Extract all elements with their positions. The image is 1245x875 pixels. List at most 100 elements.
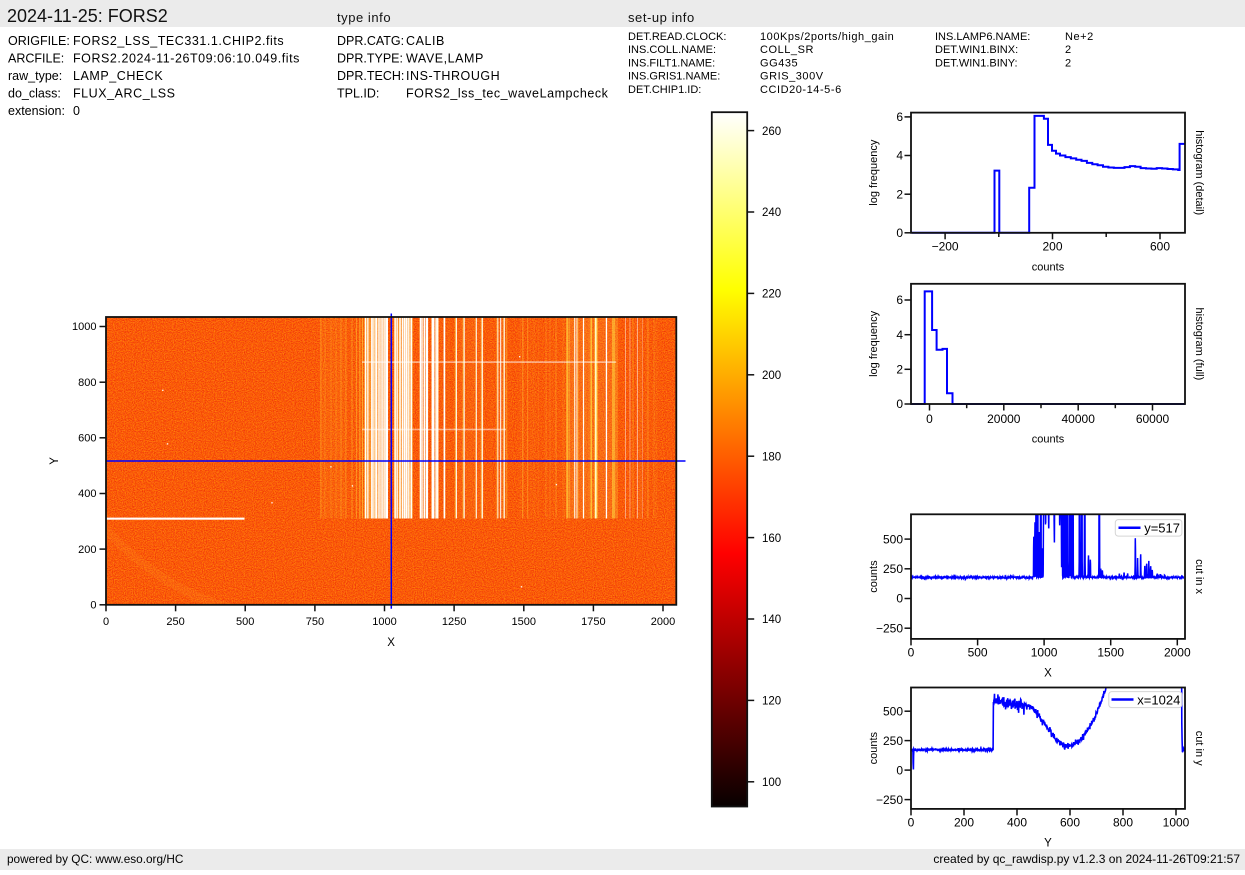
svg-text:Ne+2: Ne+2 [1065,31,1094,43]
svg-text:INS.COLL.NAME:: INS.COLL.NAME: [628,44,716,56]
svg-text:−200: −200 [932,240,959,254]
svg-text:4: 4 [896,149,903,163]
svg-text:2: 2 [1065,57,1072,69]
svg-text:cut in x: cut in x [1193,559,1205,594]
svg-text:X: X [387,637,395,649]
svg-text:2: 2 [1065,44,1072,56]
svg-text:1500: 1500 [512,616,536,628]
svg-text:800: 800 [78,377,96,389]
svg-text:−250: −250 [876,621,903,635]
svg-text:CCID20-14-5-6: CCID20-14-5-6 [760,84,842,96]
svg-text:250: 250 [883,734,903,748]
svg-text:250: 250 [883,562,903,576]
svg-text:1250: 1250 [442,616,466,628]
svg-text:400: 400 [78,488,96,500]
svg-text:INS.FILT1.NAME:: INS.FILT1.NAME: [628,57,715,69]
svg-text:counts: counts [868,732,880,765]
svg-text:6: 6 [896,293,903,307]
svg-text:200: 200 [78,544,96,556]
svg-text:DET.READ.CLOCK:: DET.READ.CLOCK: [628,31,726,43]
svg-text:0: 0 [103,616,109,628]
svg-text:DET.WIN1.BINY:: DET.WIN1.BINY: [935,57,1018,69]
svg-text:powered by QC: www.eso.org/HC: powered by QC: www.eso.org/HC [7,852,184,866]
svg-text:0: 0 [896,397,903,411]
svg-text:Y: Y [1044,838,1052,850]
svg-text:40000: 40000 [1062,412,1096,426]
svg-text:600: 600 [78,433,96,445]
svg-text:y=517: y=517 [1144,520,1180,535]
svg-text:800: 800 [1113,816,1133,830]
svg-text:0: 0 [896,763,903,777]
svg-text:FORS2_lss_tec_waveLampcheck: FORS2_lss_tec_waveLampcheck [406,87,609,101]
svg-text:120: 120 [762,696,781,708]
svg-text:2024-11-25: FORS2: 2024-11-25: FORS2 [7,6,168,26]
svg-text:type info: type info [337,10,391,25]
svg-text:ORIGFILE:: ORIGFILE: [8,34,70,48]
svg-text:WAVE,LAMP: WAVE,LAMP [406,52,484,66]
svg-text:500: 500 [883,532,903,546]
svg-text:extension:: extension: [8,104,65,118]
svg-text:INS.GRIS1.NAME:: INS.GRIS1.NAME: [628,71,720,83]
svg-text:histogram (full): histogram (full) [1193,308,1205,381]
svg-text:0: 0 [896,226,903,240]
svg-text:COLL_SR: COLL_SR [760,44,814,56]
svg-text:1000: 1000 [1163,816,1190,830]
svg-text:FORS2.2024-11-26T09:06:10.049.: FORS2.2024-11-26T09:06:10.049.fits [73,52,300,66]
svg-text:counts: counts [1032,434,1065,446]
svg-text:2000: 2000 [651,616,675,628]
svg-text:1000: 1000 [372,616,396,628]
svg-text:500: 500 [968,646,988,660]
svg-text:counts: counts [868,560,880,593]
svg-text:20000: 20000 [987,412,1021,426]
svg-text:2: 2 [896,187,903,201]
svg-text:DPR.CATG:: DPR.CATG: [337,34,404,48]
svg-text:CALIB: CALIB [406,34,445,48]
svg-text:500: 500 [883,704,903,718]
svg-text:260: 260 [762,126,781,138]
svg-text:Y: Y [49,457,61,465]
svg-text:DET.WIN1.BINX:: DET.WIN1.BINX: [935,44,1018,56]
svg-text:DPR.TYPE:: DPR.TYPE: [337,52,403,66]
svg-text:ARCFILE:: ARCFILE: [8,52,64,66]
svg-text:log frequency: log frequency [868,139,880,206]
svg-text:do_class:: do_class: [8,87,61,101]
svg-text:0: 0 [908,646,915,660]
svg-text:0: 0 [73,104,81,118]
svg-text:100Kps/2ports/high_gain: 100Kps/2ports/high_gain [760,31,894,43]
svg-text:4: 4 [896,328,903,342]
svg-text:2000: 2000 [1164,646,1191,660]
svg-text:INS-THROUGH: INS-THROUGH [406,69,500,83]
svg-text:LAMP_CHECK: LAMP_CHECK [73,69,163,83]
svg-text:DPR.TECH:: DPR.TECH: [337,69,404,83]
svg-text:60000: 60000 [1136,412,1170,426]
svg-text:GG435: GG435 [760,57,798,69]
svg-text:TPL.ID:: TPL.ID: [337,87,379,101]
svg-text:INS.LAMP6.NAME:: INS.LAMP6.NAME: [935,31,1030,43]
svg-text:160: 160 [762,533,781,545]
svg-text:220: 220 [762,289,781,301]
svg-text:6: 6 [896,110,903,124]
svg-text:DET.CHIP1.ID:: DET.CHIP1.ID: [628,84,701,96]
svg-text:0: 0 [90,600,96,612]
svg-text:200: 200 [1042,240,1062,254]
svg-text:1000: 1000 [1031,646,1058,660]
svg-text:180: 180 [762,451,781,463]
svg-text:2: 2 [896,363,903,377]
svg-text:x=1024: x=1024 [1137,692,1180,707]
svg-text:200: 200 [762,370,781,382]
svg-text:140: 140 [762,614,781,626]
svg-text:counts: counts [1032,262,1065,274]
svg-text:1000: 1000 [72,321,96,333]
svg-text:created by qc_rawdisp.py v1.2.: created by qc_rawdisp.py v1.2.3 on 2024-… [933,852,1240,866]
svg-text:400: 400 [1007,816,1027,830]
svg-text:600: 600 [1150,240,1170,254]
svg-text:−250: −250 [876,793,903,807]
svg-text:FLUX_ARC_LSS: FLUX_ARC_LSS [73,87,175,101]
svg-text:cut in y: cut in y [1193,731,1205,766]
svg-text:1500: 1500 [1097,646,1124,660]
svg-text:750: 750 [306,616,324,628]
svg-text:histogram (detail): histogram (detail) [1193,130,1205,215]
svg-text:log frequency: log frequency [868,310,880,377]
svg-text:set-up info: set-up info [628,10,695,25]
svg-text:600: 600 [1060,816,1080,830]
